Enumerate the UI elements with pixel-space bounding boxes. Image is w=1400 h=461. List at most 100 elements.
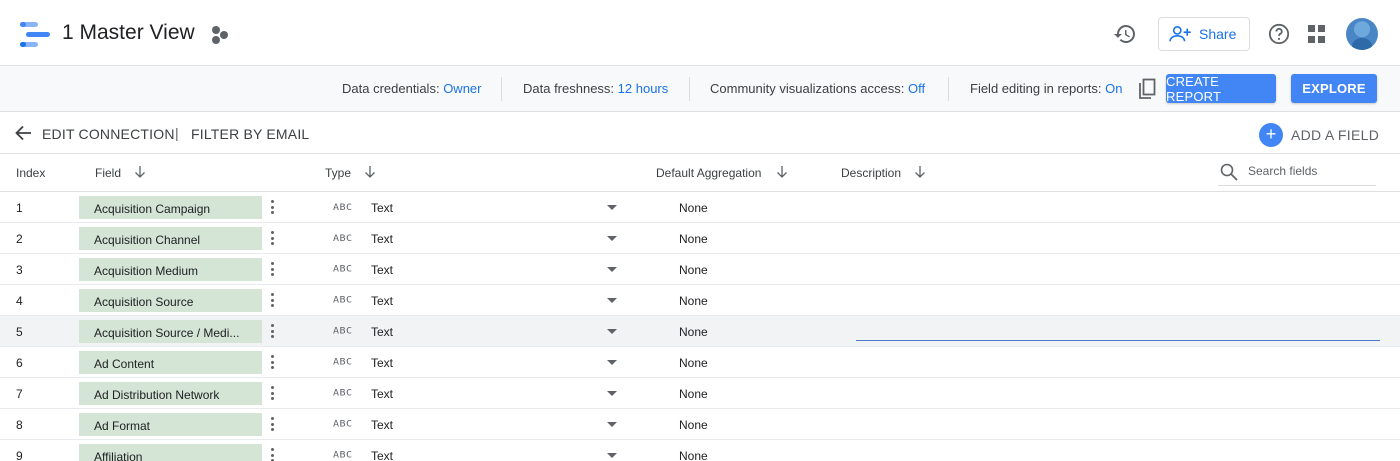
field-name-chip[interactable]: Acquisition Source [79,289,262,312]
default-aggregation[interactable]: None [679,263,708,277]
field-type[interactable]: Text [371,201,393,215]
table-row: 8 Ad Format ABC Text None [0,409,1400,440]
type-dropdown-icon[interactable] [607,267,617,272]
field-name-chip[interactable]: Acquisition Source / Medi... [79,320,262,343]
field-editing-in-reports[interactable]: Field editing in reports: On [970,81,1122,96]
edit-toolbar: EDIT CONNECTION | FILTER BY EMAIL + ADD … [0,112,1400,154]
help-icon[interactable] [1268,23,1290,45]
more-options-icon[interactable] [271,355,275,371]
table-row: 3 Acquisition Medium ABC Text None [0,254,1400,285]
field-type[interactable]: Text [371,294,393,308]
text-type-icon: ABC [333,419,353,430]
search-fields-box[interactable] [1218,160,1376,186]
top-bar: 1 Master View Share [0,0,1400,66]
column-header-type[interactable]: Type [325,166,351,180]
search-fields-input[interactable] [1248,164,1368,178]
more-options-icon[interactable] [271,231,275,247]
page-title[interactable]: 1 Master View [62,21,195,45]
sort-arrow-icon[interactable] [134,165,146,179]
add-field-button[interactable]: ADD A FIELD [1291,127,1379,143]
type-dropdown-icon[interactable] [607,298,617,303]
default-aggregation[interactable]: None [679,201,708,215]
more-options-icon[interactable] [271,200,275,216]
table-row: 2 Acquisition Channel ABC Text None [0,223,1400,254]
copy-icon[interactable] [1137,78,1157,100]
field-type[interactable]: Text [371,232,393,246]
more-options-icon[interactable] [271,448,275,461]
table-row: 7 Ad Distribution Network ABC Text None [0,378,1400,409]
type-dropdown-icon[interactable] [607,329,617,334]
divider [948,77,949,101]
field-name-chip[interactable]: Acquisition Campaign [79,196,262,219]
data-studio-logo-icon[interactable] [20,22,52,50]
field-name-chip[interactable]: Acquisition Channel [79,227,262,250]
more-options-icon[interactable] [271,417,275,433]
field-name-chip[interactable]: Affiliation [79,444,262,461]
type-dropdown-icon[interactable] [607,391,617,396]
table-row-hovered: 5 Acquisition Source / Medi... ABC Text … [0,316,1400,347]
field-type[interactable]: Text [371,418,393,432]
default-aggregation[interactable]: None [679,387,708,401]
default-aggregation[interactable]: None [679,418,708,432]
data-credentials[interactable]: Data credentials: Owner [342,81,481,96]
text-type-icon: ABC [333,450,353,461]
field-name-chip[interactable]: Acquisition Medium [79,258,262,281]
add-field-icon[interactable]: + [1259,123,1283,147]
field-name-chip[interactable]: Ad Format [79,413,262,436]
row-index: 7 [16,387,23,401]
column-header-default-aggregation[interactable]: Default Aggregation [656,166,761,180]
column-header-description[interactable]: Description [841,166,901,180]
type-dropdown-icon[interactable] [607,360,617,365]
text-type-icon: ABC [333,264,353,275]
type-dropdown-icon[interactable] [607,236,617,241]
history-icon[interactable] [1113,22,1137,46]
fields-table-body: 1 Acquisition Campaign ABC Text None 2 A… [0,192,1400,461]
type-dropdown-icon[interactable] [607,205,617,210]
community-visualizations-access[interactable]: Community visualizations access: Off [710,81,925,96]
create-report-button[interactable]: CREATE REPORT [1166,74,1276,104]
column-header-index: Index [16,166,46,180]
type-dropdown-icon[interactable] [607,453,617,458]
default-aggregation[interactable]: None [679,449,708,461]
row-index: 4 [16,294,23,308]
row-index: 3 [16,263,23,277]
apps-grid-icon[interactable] [1308,25,1326,43]
more-options-icon[interactable] [271,386,275,402]
sort-arrow-icon[interactable] [914,165,926,179]
more-options-icon[interactable] [271,293,275,309]
field-type[interactable]: Text [371,263,393,277]
avatar[interactable] [1346,18,1378,50]
explore-button[interactable]: EXPLORE [1291,74,1377,103]
default-aggregation[interactable]: None [679,294,708,308]
more-options-icon[interactable] [271,324,275,340]
share-label: Share [1199,26,1237,42]
field-name-chip[interactable]: Ad Distribution Network [79,382,262,405]
description-input[interactable] [856,340,1380,341]
default-aggregation[interactable]: None [679,325,708,339]
add-person-icon [1169,25,1191,42]
sort-arrow-icon[interactable] [776,165,788,179]
field-type[interactable]: Text [371,387,393,401]
field-name-chip[interactable]: Ad Content [79,351,262,374]
field-type[interactable]: Text [371,449,393,461]
text-type-icon: ABC [333,388,353,399]
default-aggregation[interactable]: None [679,356,708,370]
data-freshness[interactable]: Data freshness: 12 hours [523,81,668,96]
column-header-field[interactable]: Field [95,166,121,180]
share-button[interactable]: Share [1158,17,1250,51]
default-aggregation[interactable]: None [679,232,708,246]
divider [689,77,690,101]
field-type[interactable]: Text [371,356,393,370]
back-arrow-icon[interactable] [14,125,32,141]
edit-connection-link[interactable]: EDIT CONNECTION [42,126,175,142]
sort-arrow-icon[interactable] [364,165,376,179]
field-type[interactable]: Text [371,325,393,339]
more-options-icon[interactable] [271,262,275,278]
table-header: Index Field Type Default Aggregation Des… [0,154,1400,192]
type-dropdown-icon[interactable] [607,422,617,427]
text-type-icon: ABC [333,357,353,368]
text-type-icon: ABC [333,233,353,244]
filter-by-email-link[interactable]: FILTER BY EMAIL [191,126,309,142]
table-row: 9 Affiliation ABC Text None [0,440,1400,461]
data-source-icon [210,26,230,44]
